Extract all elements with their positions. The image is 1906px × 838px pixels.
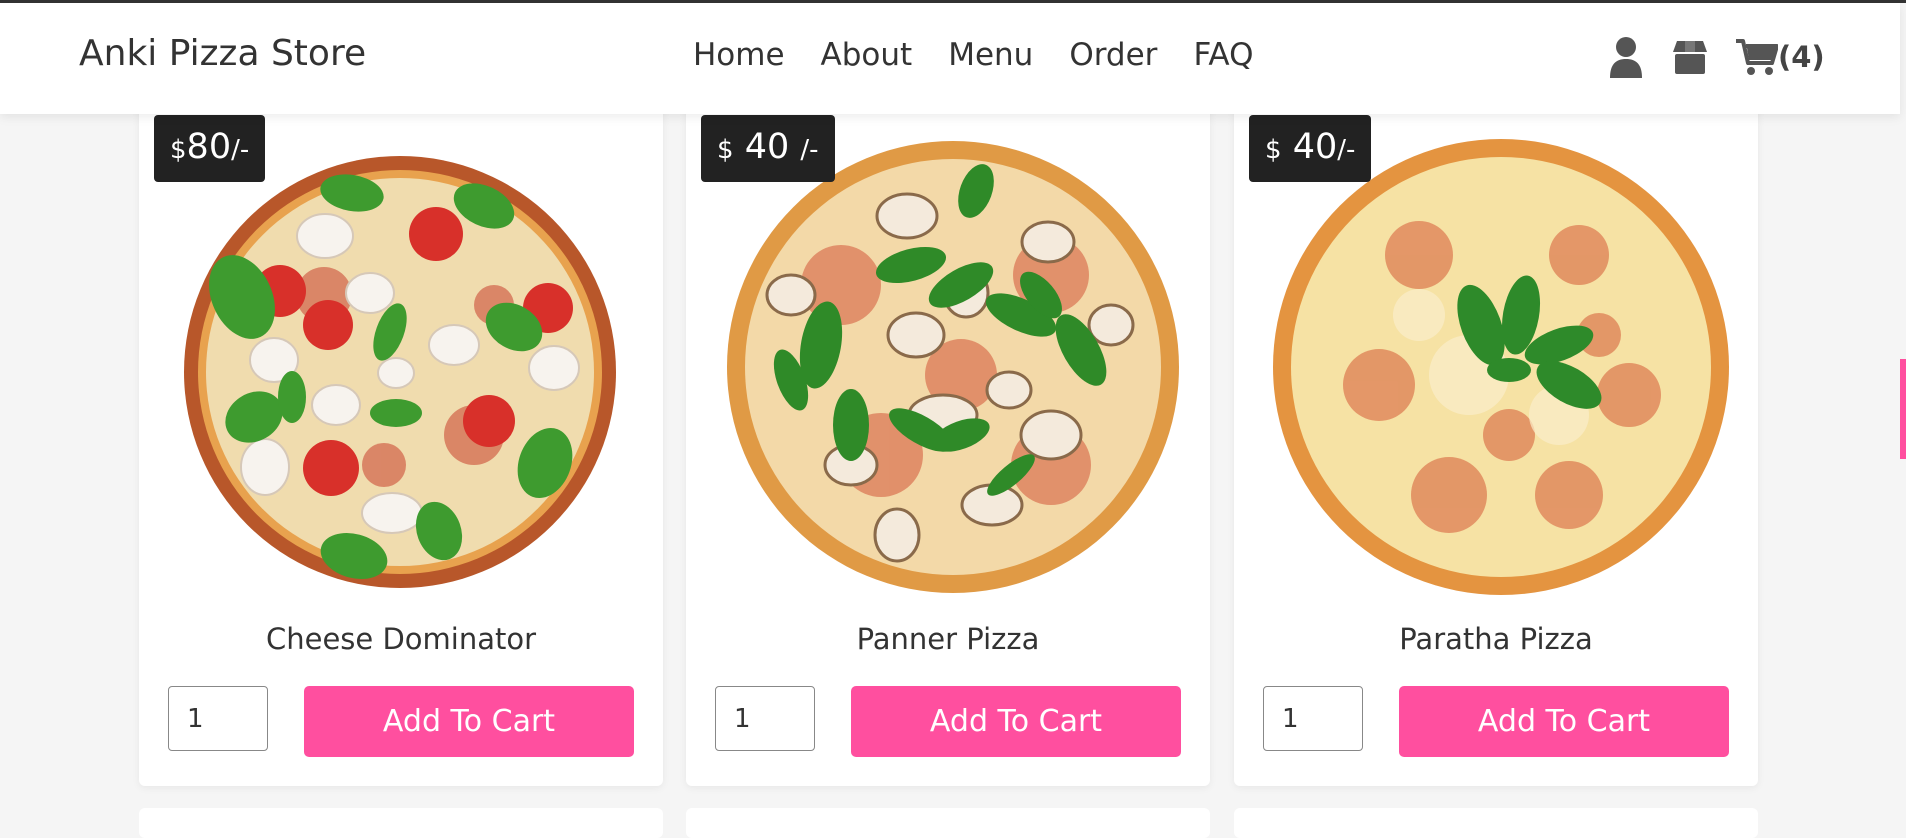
- cart-icon[interactable]: (4): [1734, 37, 1825, 77]
- user-icon[interactable]: [1608, 36, 1644, 78]
- price-badge: $80/-: [154, 115, 266, 182]
- pizza-image: [184, 156, 616, 588]
- pizza-image: [1273, 139, 1729, 595]
- brand-logo[interactable]: Anki Pizza Store: [79, 33, 366, 74]
- product-card-next: [139, 808, 663, 838]
- price-badge: $ 40 /-: [701, 115, 835, 182]
- quantity-input[interactable]: [715, 686, 815, 751]
- quantity-input[interactable]: [168, 686, 268, 751]
- cart-count: (4): [1778, 40, 1825, 74]
- product-card-next: [686, 808, 1210, 838]
- product-name: Paratha Pizza: [1399, 622, 1593, 656]
- product-card-next: [1234, 808, 1758, 838]
- nav-order[interactable]: Order: [1069, 37, 1157, 73]
- add-to-cart-button[interactable]: Add To Cart: [851, 686, 1181, 757]
- product-card: $ 40 /- Panner Pizza 1 Add To Cart: [686, 100, 1210, 786]
- navbar: Anki Pizza Store Home About Menu Order F…: [0, 3, 1900, 114]
- nav-about[interactable]: About: [821, 37, 913, 73]
- quantity-input[interactable]: [1263, 686, 1363, 751]
- product-card: $ 40/- Paratha Pizza Add To Cart: [1234, 100, 1758, 786]
- product-card: $80/- Cheese Dominator 1 Add To Cart: [139, 100, 663, 786]
- nav-home[interactable]: Home: [693, 37, 785, 73]
- product-name: Panner Pizza: [856, 622, 1040, 656]
- add-to-cart-button[interactable]: Add To Cart: [1399, 686, 1729, 757]
- nav-menu[interactable]: Menu: [948, 37, 1033, 73]
- nav-links: Home About Menu Order FAQ: [693, 37, 1254, 73]
- box-icon[interactable]: [1672, 39, 1708, 75]
- nav-faq[interactable]: FAQ: [1193, 37, 1253, 73]
- header-icons: (4): [1608, 36, 1825, 78]
- scroll-indicator: [1900, 359, 1906, 459]
- product-name: Cheese Dominator: [265, 622, 537, 656]
- pizza-image: [727, 141, 1179, 593]
- price-badge: $ 40/-: [1249, 115, 1372, 182]
- add-to-cart-button[interactable]: Add To Cart: [304, 686, 634, 757]
